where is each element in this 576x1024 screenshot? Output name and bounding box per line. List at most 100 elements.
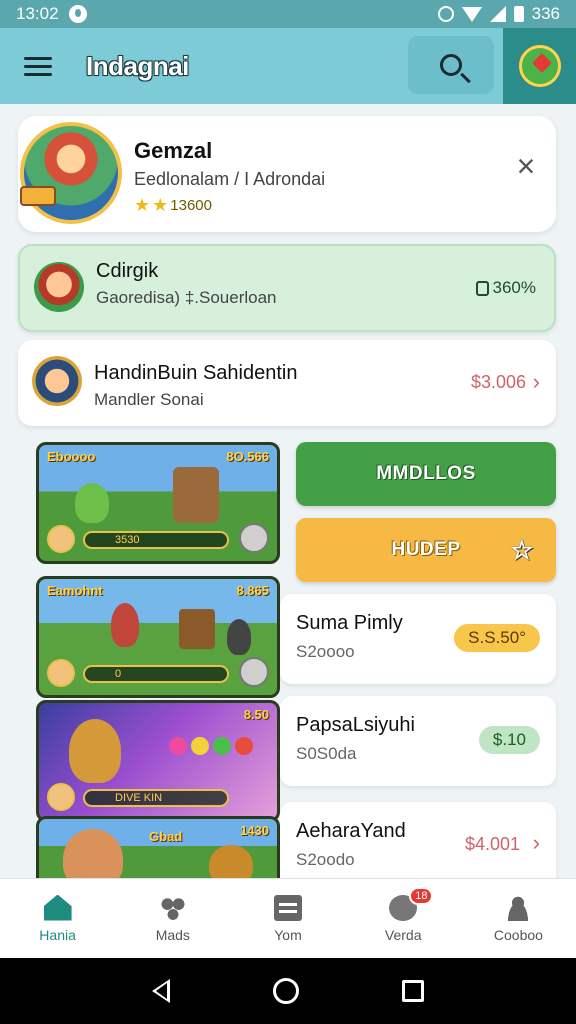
status-time: 13:02 [16, 4, 59, 23]
gem-icon [191, 737, 209, 755]
gem-button[interactable] [503, 28, 576, 104]
profile-icon [504, 894, 533, 921]
primary-action-button[interactable]: MMDLLOS [296, 442, 556, 506]
notification-icon [68, 5, 87, 23]
recent-apps-icon[interactable] [402, 980, 425, 1002]
rating-value: 13600 [170, 196, 212, 214]
profile-rating: ★ ★ 13600 [134, 196, 212, 214]
list-item[interactable]: Cdirgik Gaoredisa) ‡.Souerloan 360% [18, 244, 556, 332]
secondary-action-label: HUDEP [391, 539, 461, 560]
list-item[interactable]: HandinBuin Sahidentin Mandler Sonai $3.0… [18, 340, 556, 426]
hut-icon [173, 467, 219, 523]
menu-button[interactable] [24, 56, 52, 76]
item-title: AeharaYand [296, 820, 406, 842]
battery-level: 336 [531, 4, 560, 23]
nav-label: Cooboo [493, 926, 543, 943]
star-icon: ★ [152, 195, 169, 215]
status-bar: 13:02 336 [0, 0, 576, 28]
list-item-title: HandinBuin Sahidentin [94, 362, 298, 384]
list-item-value-text: 360% [492, 278, 536, 297]
notification-badge: 18 [409, 886, 434, 905]
character-icon [111, 603, 139, 647]
game-thumbnail[interactable]: Eamohnt 8.865 0 [36, 576, 280, 698]
games-icon [158, 894, 187, 921]
character-icon [69, 719, 121, 783]
price-badge[interactable]: S.S.50° [454, 624, 540, 652]
hut-icon [179, 609, 215, 649]
thumbnail-score: 8O.566 [226, 449, 269, 464]
player-avatar-icon [47, 525, 75, 553]
search-icon [440, 54, 462, 76]
nav-item-alerts[interactable]: 18 Verda [346, 879, 461, 958]
app-bar: Indagnai [0, 28, 576, 104]
profile-subtitle: Eedlonalam / I Adrondai [134, 169, 326, 189]
avatar [34, 262, 84, 312]
avatar-badge-icon [20, 186, 56, 206]
bottom-nav: Hania Mads Yom 18 Verda Cooboo [0, 878, 576, 958]
signal-icon [489, 6, 506, 22]
enemy-icon [227, 619, 251, 655]
profile-card[interactable]: Gemzal Eedlonalam / I Adrondai ★ ★ 13600 … [18, 116, 556, 232]
nav-label: Yom [274, 926, 302, 943]
gem-icon [169, 737, 187, 755]
store-icon [274, 894, 302, 921]
chevron-right-icon: › [532, 830, 540, 855]
alarm-icon [437, 6, 454, 22]
game-thumbnail[interactable]: 8.50 DIVE KIN [36, 700, 280, 822]
list-item-title: Cdirgik [96, 260, 159, 282]
home-circle-icon[interactable] [272, 978, 299, 1004]
nav-item-profile[interactable]: Cooboo [461, 879, 576, 958]
chevron-right-icon: › [532, 369, 540, 394]
item-price: $4.001 [464, 834, 520, 854]
thumbnail-progress: 3530 [83, 531, 229, 549]
system-nav-bar [0, 958, 576, 1024]
player-avatar-icon [47, 659, 75, 687]
character-icon [75, 483, 109, 523]
close-button[interactable]: × [512, 148, 540, 184]
item-subtitle: S0S0da [296, 744, 357, 763]
profile-name: Gemzal [134, 138, 213, 163]
star-icon: ☆ [510, 535, 534, 565]
thumbnail-score: 1430 [240, 823, 269, 838]
nav-item-games[interactable]: Mads [115, 879, 230, 958]
item-subtitle: S2oodo [296, 850, 355, 869]
app-title: Indagnai [86, 50, 189, 81]
avatar [20, 122, 122, 224]
thumbnail-progress: 0 [83, 665, 229, 683]
thumbnail-label: Eboooo [47, 449, 96, 464]
close-icon: × [516, 148, 536, 184]
list-item[interactable]: PapsaLsiyuhi S0S0da $.10 [280, 696, 556, 786]
nav-label: Verda [384, 926, 422, 943]
gem-icon [213, 737, 231, 755]
list-item-price: $3.006 [470, 372, 526, 392]
thumbnail-progress: DIVE KIN [83, 789, 229, 807]
menu-icon [24, 56, 52, 60]
thumbnail-label: Eamohnt [47, 583, 103, 598]
item-subtitle: S2oooo [296, 642, 355, 661]
settings-icon [239, 657, 269, 687]
search-button[interactable] [408, 36, 494, 94]
alerts-icon: 18 [389, 886, 434, 921]
back-icon[interactable] [151, 979, 170, 1003]
game-thumbnail[interactable]: Gbad 1430 [36, 816, 280, 886]
lock-icon [475, 280, 489, 296]
list-item[interactable]: AeharaYand S2oodo $4.001 › [280, 802, 556, 882]
game-thumbnail[interactable]: Eboooo 8O.566 3530 [36, 442, 280, 564]
thumbnail-label: Gbad [149, 829, 183, 844]
list-item-subtitle: Gaoredisa) ‡.Souerloan [96, 288, 277, 307]
item-title: PapsaLsiyuhi [296, 714, 415, 736]
nav-label: Mads [155, 926, 190, 943]
avatar [32, 356, 82, 406]
price-badge[interactable]: $.10 [478, 726, 540, 754]
gem-icon [235, 737, 253, 755]
player-avatar-icon [47, 783, 75, 811]
nav-item-home[interactable]: Hania [0, 879, 115, 958]
nav-item-store[interactable]: Yom [230, 879, 345, 958]
battery-icon [513, 6, 524, 22]
star-icon: ★ [134, 195, 151, 215]
list-item-value: 360% [475, 278, 536, 298]
settings-icon [239, 523, 269, 553]
secondary-action-button[interactable]: HUDEP ☆ [296, 518, 556, 582]
thumbnail-score: 8.865 [236, 583, 269, 598]
list-item[interactable]: Suma Pimly S2oooo S.S.50° [280, 594, 556, 684]
